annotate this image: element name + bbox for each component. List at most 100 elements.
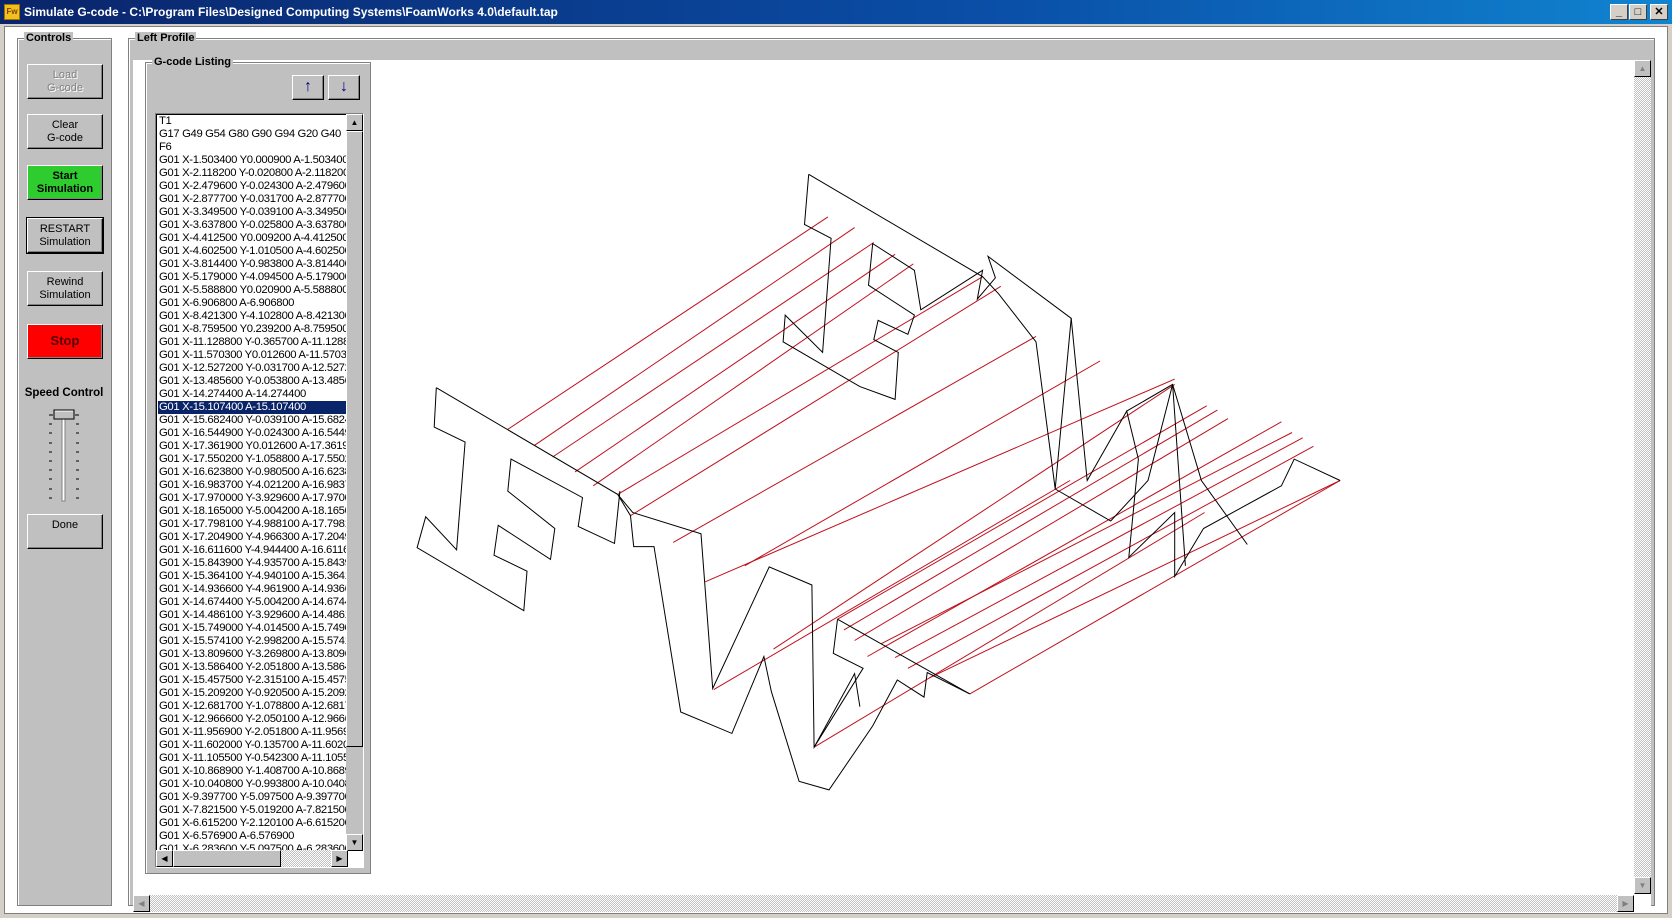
- cut-line: [867, 421, 1282, 657]
- gcode-line[interactable]: G01 X-2.118200 Y-0.020800 A-2.118200: [158, 167, 348, 180]
- gcode-line[interactable]: G01 X-3.814400 Y-0.983800 A-3.814400: [158, 258, 348, 271]
- gcode-line[interactable]: G01 X-15.364100 Y-4.940100 A-15.364100: [158, 570, 348, 583]
- gcode-line[interactable]: G01 X-3.349500 Y-0.039100 A-3.349500: [158, 206, 348, 219]
- gcode-line[interactable]: G01 X-11.956900 Y-2.051800 A-11.956900: [158, 726, 348, 739]
- cut-line: [630, 285, 1002, 517]
- canvas-horizontal-scrollbar[interactable]: ◀ ▶: [133, 895, 1634, 912]
- gcode-line[interactable]: G01 X-16.544900 Y-0.024300 A-16.544900: [158, 427, 348, 440]
- scroll-down-icon[interactable]: ▼: [1634, 877, 1651, 894]
- gcode-line[interactable]: G01 X-12.527200 Y-0.031700 A-12.527200: [158, 362, 348, 375]
- rewind-simulation-button[interactable]: Rewind Simulation: [27, 271, 103, 306]
- gcode-line[interactable]: G01 X-16.623800 Y-0.980500 A-16.623800: [158, 466, 348, 479]
- close-button[interactable]: ✕: [1650, 4, 1668, 20]
- gcode-line[interactable]: G01 X-14.936600 Y-4.961900 A-14.936600: [158, 583, 348, 596]
- list-scroll-up-icon[interactable]: ▲: [346, 114, 363, 131]
- gcode-line[interactable]: G01 X-15.209200 Y-0.920500 A-15.209200: [158, 687, 348, 700]
- restart-simulation-button[interactable]: RESTART Simulation: [26, 217, 104, 254]
- gcode-line[interactable]: G01 X-12.681700 Y-1.078800 A-12.681700: [158, 700, 348, 713]
- gcode-line[interactable]: G01 X-15.682400 Y-0.039100 A-15.682400: [158, 414, 348, 427]
- list-scroll-left-icon[interactable]: ◀: [156, 850, 173, 867]
- gcode-line[interactable]: T1: [158, 115, 348, 128]
- clear-gcode-button[interactable]: Clear G-code: [27, 114, 103, 149]
- cut-line: [929, 480, 1341, 679]
- gcode-line[interactable]: F6: [158, 141, 348, 154]
- start-simulation-button[interactable]: Start Simulation: [27, 165, 103, 200]
- gcode-line[interactable]: G17 G49 G54 G80 G90 G94 G20 G40: [158, 128, 348, 141]
- stop-button[interactable]: Stop: [27, 324, 103, 359]
- gcode-line[interactable]: G01 X-7.821500 Y-5.019200 A-7.821500: [158, 804, 348, 817]
- gcode-line[interactable]: G01 X-13.485600 Y-0.053800 A-13.485600: [158, 375, 348, 388]
- window-title: Simulate G-code - C:\Program Files\Desig…: [24, 5, 558, 19]
- cut-line: [843, 409, 1218, 631]
- app-icon: Fw: [4, 4, 20, 20]
- gcode-line[interactable]: G01 X-5.588800 Y0.020900 A-5.588800: [158, 284, 348, 297]
- gcode-line[interactable]: G01 X-14.274400 A-14.274400: [158, 388, 348, 401]
- cut-line: [713, 480, 1071, 691]
- gcode-line[interactable]: G01 X-15.107400 A-15.107400: [158, 401, 348, 414]
- arrow-up-icon: ↑: [304, 78, 312, 95]
- gcode-line[interactable]: G01 X-9.397700 Y-5.097500 A-9.397700: [158, 791, 348, 804]
- gcode-line[interactable]: G01 X-15.843900 Y-4.935700 A-15.843900: [158, 557, 348, 570]
- done-button[interactable]: Done: [27, 514, 103, 549]
- gcode-line[interactable]: G01 X-4.602500 Y-1.010500 A-4.602500: [158, 245, 348, 258]
- cut-line: [881, 432, 1293, 645]
- maximize-button[interactable]: □: [1629, 4, 1647, 20]
- scroll-right-icon[interactable]: ▶: [1617, 895, 1634, 912]
- gcode-line[interactable]: G01 X-14.674400 Y-5.004200 A-14.674400: [158, 596, 348, 609]
- gcode-line[interactable]: G01 X-6.576900 A-6.576900: [158, 830, 348, 843]
- scroll-up-icon[interactable]: ▲: [1634, 60, 1651, 77]
- gcode-line[interactable]: G01 X-5.179000 Y-4.094500 A-5.179000: [158, 271, 348, 284]
- gcode-line[interactable]: G01 X-11.105500 Y-0.542300 A-11.105500: [158, 752, 348, 765]
- list-scroll-down-icon[interactable]: ▼: [346, 834, 363, 851]
- cut-line: [574, 253, 896, 473]
- scroll-down-button[interactable]: ↓: [328, 75, 360, 100]
- listbox-horizontal-scrollbar[interactable]: ◀ ▶: [156, 850, 348, 867]
- gcode-line[interactable]: G01 X-11.602000 Y-0.135700 A-11.602000: [158, 739, 348, 752]
- gcode-line[interactable]: G01 X-15.574100 Y-2.998200 A-15.574100: [158, 635, 348, 648]
- cut-line: [907, 445, 1314, 669]
- list-scroll-thumb[interactable]: [346, 131, 363, 747]
- scroll-up-button[interactable]: ↑: [292, 75, 324, 100]
- gcode-line[interactable]: G01 X-10.868900 Y-1.408700 A-10.868900: [158, 765, 348, 778]
- cut-line: [837, 405, 1207, 620]
- listbox-vertical-scrollbar[interactable]: ▲: [346, 114, 363, 851]
- minimize-button[interactable]: _: [1610, 4, 1628, 20]
- gcode-line[interactable]: G01 X-15.749000 Y-4.014500 A-15.749000: [158, 622, 348, 635]
- list-hscroll-thumb[interactable]: [173, 850, 281, 867]
- gcode-line[interactable]: G01 X-11.570300 Y0.012600 A-11.570300: [158, 349, 348, 362]
- gcode-line[interactable]: G01 X-10.040800 Y-0.993800 A-10.040800: [158, 778, 348, 791]
- gcode-line[interactable]: G01 X-12.966600 Y-2.050100 A-12.966600: [158, 713, 348, 726]
- gcode-line[interactable]: G01 X-6.906800 A-6.906800: [158, 297, 348, 310]
- gcode-line[interactable]: G01 X-15.457500 Y-2.315100 A-15.457500: [158, 674, 348, 687]
- gcode-line[interactable]: G01 X-11.128800 Y-0.365700 A-11.128800: [158, 336, 348, 349]
- gcode-line[interactable]: G01 X-17.798100 Y-4.988100 A-17.798100: [158, 518, 348, 531]
- gcode-line[interactable]: G01 X-8.759500 Y0.239200 A-8.759500: [158, 323, 348, 336]
- gcode-line[interactable]: G01 X-17.550200 Y-1.058800 A-17.550200: [158, 453, 348, 466]
- gcode-line[interactable]: G01 X-16.983700 Y-4.021200 A-16.983700: [158, 479, 348, 492]
- gcode-line[interactable]: G01 X-14.486100 Y-3.929600 A-14.486100: [158, 609, 348, 622]
- gcode-line[interactable]: G01 X-2.877700 Y-0.031700 A-2.877700: [158, 193, 348, 206]
- speed-slider[interactable]: [42, 409, 88, 505]
- gcode-line[interactable]: G01 X-17.204900 Y-4.966300 A-17.204900: [158, 531, 348, 544]
- gcode-line[interactable]: G01 X-8.421300 Y-4.102800 A-8.421300: [158, 310, 348, 323]
- scroll-left-icon[interactable]: ◀: [133, 895, 150, 912]
- gcode-line[interactable]: G01 X-3.637800 Y-0.025800 A-3.637800: [158, 219, 348, 232]
- load-gcode-button[interactable]: Load G-code: [27, 64, 103, 99]
- slider-graphic: [49, 409, 79, 502]
- gcode-line[interactable]: G01 X-13.809600 Y-3.269800 A-13.809600: [158, 648, 348, 661]
- gcode-line[interactable]: G01 X-13.586400 Y-2.051800 A-13.586400: [158, 661, 348, 674]
- cut-line: [705, 378, 1175, 583]
- gcode-line[interactable]: G01 X-4.412500 Y0.009200 A-4.412500: [158, 232, 348, 245]
- gcode-listbox[interactable]: T1 G17 G49 G54 G80 G90 G94 G20 G40 F6 G01 X…: [155, 113, 364, 868]
- gcode-line[interactable]: G01 X-17.970000 Y-3.929600 A-17.970000: [158, 492, 348, 505]
- gcode-line[interactable]: G01 X-1.503400 Y0.000900 A-1.503400: [158, 154, 348, 167]
- front-profile-f: [416, 387, 621, 612]
- canvas-vertical-scrollbar[interactable]: ▲ ▼: [1634, 60, 1651, 894]
- list-scroll-right-icon[interactable]: ▶: [331, 850, 348, 867]
- gcode-line[interactable]: G01 X-16.611600 Y-4.944400 A-16.611600: [158, 544, 348, 557]
- gcode-line[interactable]: G01 X-6.615200 Y-2.120100 A-6.615200: [158, 817, 348, 830]
- gcode-line[interactable]: G01 X-2.479600 Y-0.024300 A-2.479600: [158, 180, 348, 193]
- speed-control-label: Speed Control: [24, 387, 104, 399]
- gcode-line[interactable]: G01 X-17.361900 Y0.012600 A-17.361900: [158, 440, 348, 453]
- gcode-line[interactable]: G01 X-18.165000 Y-5.004200 A-18.165000: [158, 505, 348, 518]
